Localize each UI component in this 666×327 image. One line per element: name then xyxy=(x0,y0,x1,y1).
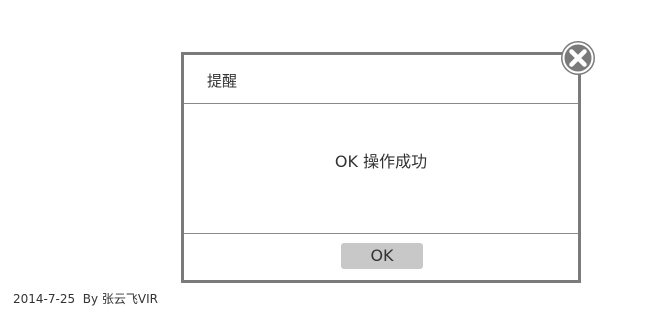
dialog-footer: OK xyxy=(184,234,578,280)
alert-dialog: 提醒 OK 操作成功 OK xyxy=(181,52,581,283)
dialog-message: OK 操作成功 xyxy=(334,152,428,171)
footer-credit: 2014-7-25 By 张云飞VIR xyxy=(13,292,158,306)
close-button[interactable] xyxy=(560,40,596,76)
dialog-body: OK 操作成功 xyxy=(184,104,578,234)
page: 提醒 OK 操作成功 OK 2014-7-25 By 张云飞VIR xyxy=(0,0,666,327)
dialog-title: 提醒 xyxy=(207,72,238,90)
ok-button[interactable]: OK xyxy=(341,243,423,269)
dialog-header: 提醒 xyxy=(184,55,578,104)
close-circle-icon xyxy=(561,41,595,75)
